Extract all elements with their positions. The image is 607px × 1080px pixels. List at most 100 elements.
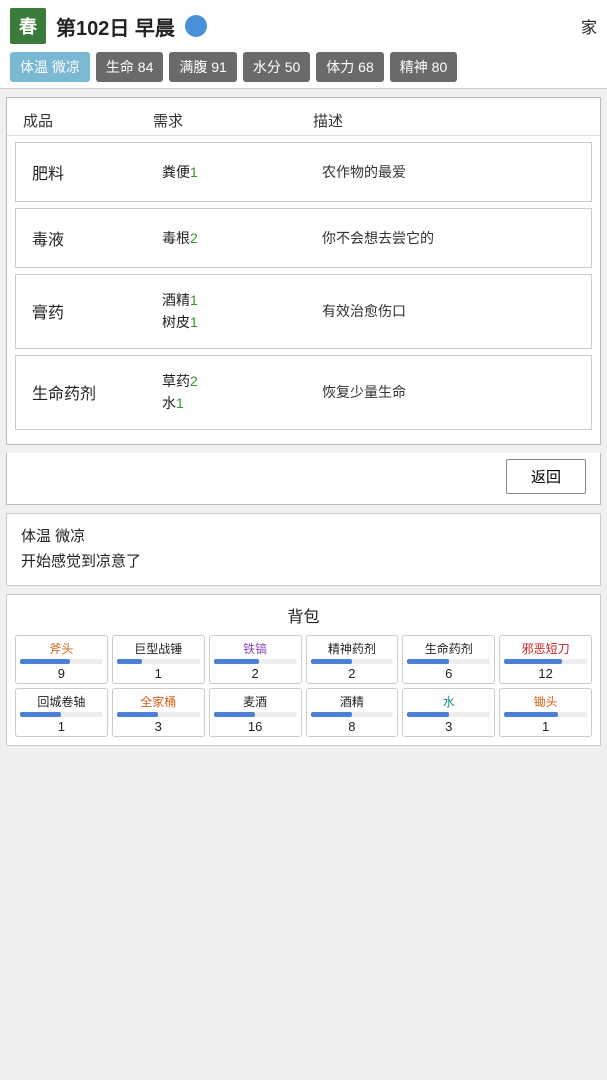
craft-header: 成品 需求 描述 — [7, 106, 600, 136]
craft-description: 有效治愈伤口 — [322, 301, 575, 321]
craft-row[interactable]: 生命药剂草药2水1恢复少量生命 — [15, 355, 592, 430]
stat-badge: 精神 80 — [390, 52, 457, 82]
craft-product-name: 毒液 — [32, 226, 162, 250]
craft-product-name: 生命药剂 — [32, 380, 162, 404]
item-bar-wrap — [311, 659, 394, 664]
craft-col-desc: 描述 — [313, 110, 584, 131]
craft-need-item: 粪便1 — [162, 161, 322, 183]
craft-needs: 毒根2 — [162, 227, 322, 249]
stat-badge: 水分 50 — [243, 52, 310, 82]
craft-description: 你不会想去尝它的 — [322, 228, 575, 248]
craft-need-item: 毒根2 — [162, 227, 322, 249]
backpack-item[interactable]: 精神药剂 2 — [306, 635, 399, 684]
craft-need-item: 草药2 — [162, 370, 322, 392]
craft-needs: 酒精1树皮1 — [162, 289, 322, 334]
craft-product-name: 膏药 — [32, 299, 162, 323]
item-bar — [214, 712, 255, 717]
item-bar — [214, 659, 260, 664]
backpack-item[interactable]: 锄头 1 — [499, 688, 592, 737]
item-qty: 8 — [311, 719, 394, 734]
item-bar-wrap — [117, 659, 200, 664]
item-qty: 9 — [20, 666, 103, 681]
backpack-item[interactable]: 邪恶短刀 12 — [499, 635, 592, 684]
item-name: 酒精 — [311, 693, 394, 710]
backpack-item[interactable]: 麦酒 16 — [209, 688, 302, 737]
back-button[interactable]: 返回 — [506, 459, 586, 494]
item-qty: 12 — [504, 666, 587, 681]
status-line: 开始感觉到凉意了 — [21, 549, 586, 575]
item-bar — [407, 659, 448, 664]
craft-need-item: 酒精1 — [162, 289, 322, 311]
item-bar — [311, 712, 352, 717]
craft-col-needs: 需求 — [153, 110, 313, 131]
backpack-grid: 斧头 9 巨型战锤 1 铁镐 2 精神药剂 2 生命药剂 6 邪恶短刀 12 — [15, 635, 592, 737]
backpack-item[interactable]: 生命药剂 6 — [402, 635, 495, 684]
item-qty: 16 — [214, 719, 297, 734]
home-button[interactable]: 家 — [581, 14, 597, 38]
season-badge: 春 — [10, 8, 46, 44]
item-bar — [20, 659, 70, 664]
item-name: 生命药剂 — [407, 640, 490, 657]
item-bar-wrap — [407, 712, 490, 717]
backpack-item[interactable]: 铁镐 2 — [209, 635, 302, 684]
craft-row[interactable]: 膏药酒精1树皮1有效治愈伤口 — [15, 274, 592, 349]
backpack-item[interactable]: 回城卷轴 1 — [15, 688, 108, 737]
item-qty: 2 — [214, 666, 297, 681]
item-qty: 1 — [117, 666, 200, 681]
craft-product-name: 肥料 — [32, 160, 162, 184]
item-name: 锄头 — [504, 693, 587, 710]
day-title: 第102日 早晨 — [56, 12, 175, 41]
item-bar-wrap — [407, 659, 490, 664]
item-qty: 6 — [407, 666, 490, 681]
item-name: 全家桶 — [117, 693, 200, 710]
item-name: 邪恶短刀 — [504, 640, 587, 657]
craft-need-item: 树皮1 — [162, 311, 322, 333]
item-qty: 1 — [504, 719, 587, 734]
backpack-item[interactable]: 巨型战锤 1 — [112, 635, 205, 684]
craft-col-product: 成品 — [23, 110, 153, 131]
backpack-item[interactable]: 全家桶 3 — [112, 688, 205, 737]
item-bar — [504, 659, 562, 664]
back-row: 返回 — [6, 453, 601, 505]
item-bar-wrap — [20, 712, 103, 717]
item-name: 铁镐 — [214, 640, 297, 657]
craft-section: 成品 需求 描述 肥料粪便1农作物的最爱毒液毒根2你不会想去尝它的膏药酒精1树皮… — [6, 97, 601, 445]
item-qty: 3 — [117, 719, 200, 734]
item-bar-wrap — [504, 659, 587, 664]
stats-row: 体温 微凉生命 84满腹 91水分 50体力 68精神 80 — [10, 52, 597, 82]
status-text-box: 体温 微凉开始感觉到凉意了 — [6, 513, 601, 586]
craft-row[interactable]: 毒液毒根2你不会想去尝它的 — [15, 208, 592, 268]
item-qty: 1 — [20, 719, 103, 734]
craft-need-item: 水1 — [162, 392, 322, 414]
item-bar — [117, 659, 142, 664]
top-row: 春 第102日 早晨 家 — [10, 8, 597, 44]
item-bar-wrap — [214, 712, 297, 717]
craft-description: 农作物的最爱 — [322, 162, 575, 182]
backpack-item[interactable]: 酒精 8 — [306, 688, 399, 737]
item-bar-wrap — [214, 659, 297, 664]
craft-needs: 粪便1 — [162, 161, 322, 183]
top-bar: 春 第102日 早晨 家 体温 微凉生命 84满腹 91水分 50体力 68精神… — [0, 0, 607, 89]
backpack-item[interactable]: 斧头 9 — [15, 635, 108, 684]
item-bar — [117, 712, 158, 717]
item-name: 水 — [407, 693, 490, 710]
item-bar — [504, 712, 558, 717]
item-name: 巨型战锤 — [117, 640, 200, 657]
item-qty: 3 — [407, 719, 490, 734]
backpack-section: 背包 斧头 9 巨型战锤 1 铁镐 2 精神药剂 2 生命药剂 6 邪恶短刀 — [6, 594, 601, 746]
stat-badge: 体温 微凉 — [10, 52, 90, 82]
item-bar-wrap — [504, 712, 587, 717]
backpack-title: 背包 — [15, 603, 592, 627]
item-bar — [20, 712, 61, 717]
stat-badge: 生命 84 — [96, 52, 163, 82]
craft-needs: 草药2水1 — [162, 370, 322, 415]
stat-badge: 满腹 91 — [169, 52, 236, 82]
item-name: 精神药剂 — [311, 640, 394, 657]
item-bar-wrap — [311, 712, 394, 717]
item-bar-wrap — [20, 659, 103, 664]
status-line: 体温 微凉 — [21, 524, 586, 550]
item-bar-wrap — [117, 712, 200, 717]
status-circle-icon — [185, 15, 207, 37]
craft-row[interactable]: 肥料粪便1农作物的最爱 — [15, 142, 592, 202]
backpack-item[interactable]: 水 3 — [402, 688, 495, 737]
